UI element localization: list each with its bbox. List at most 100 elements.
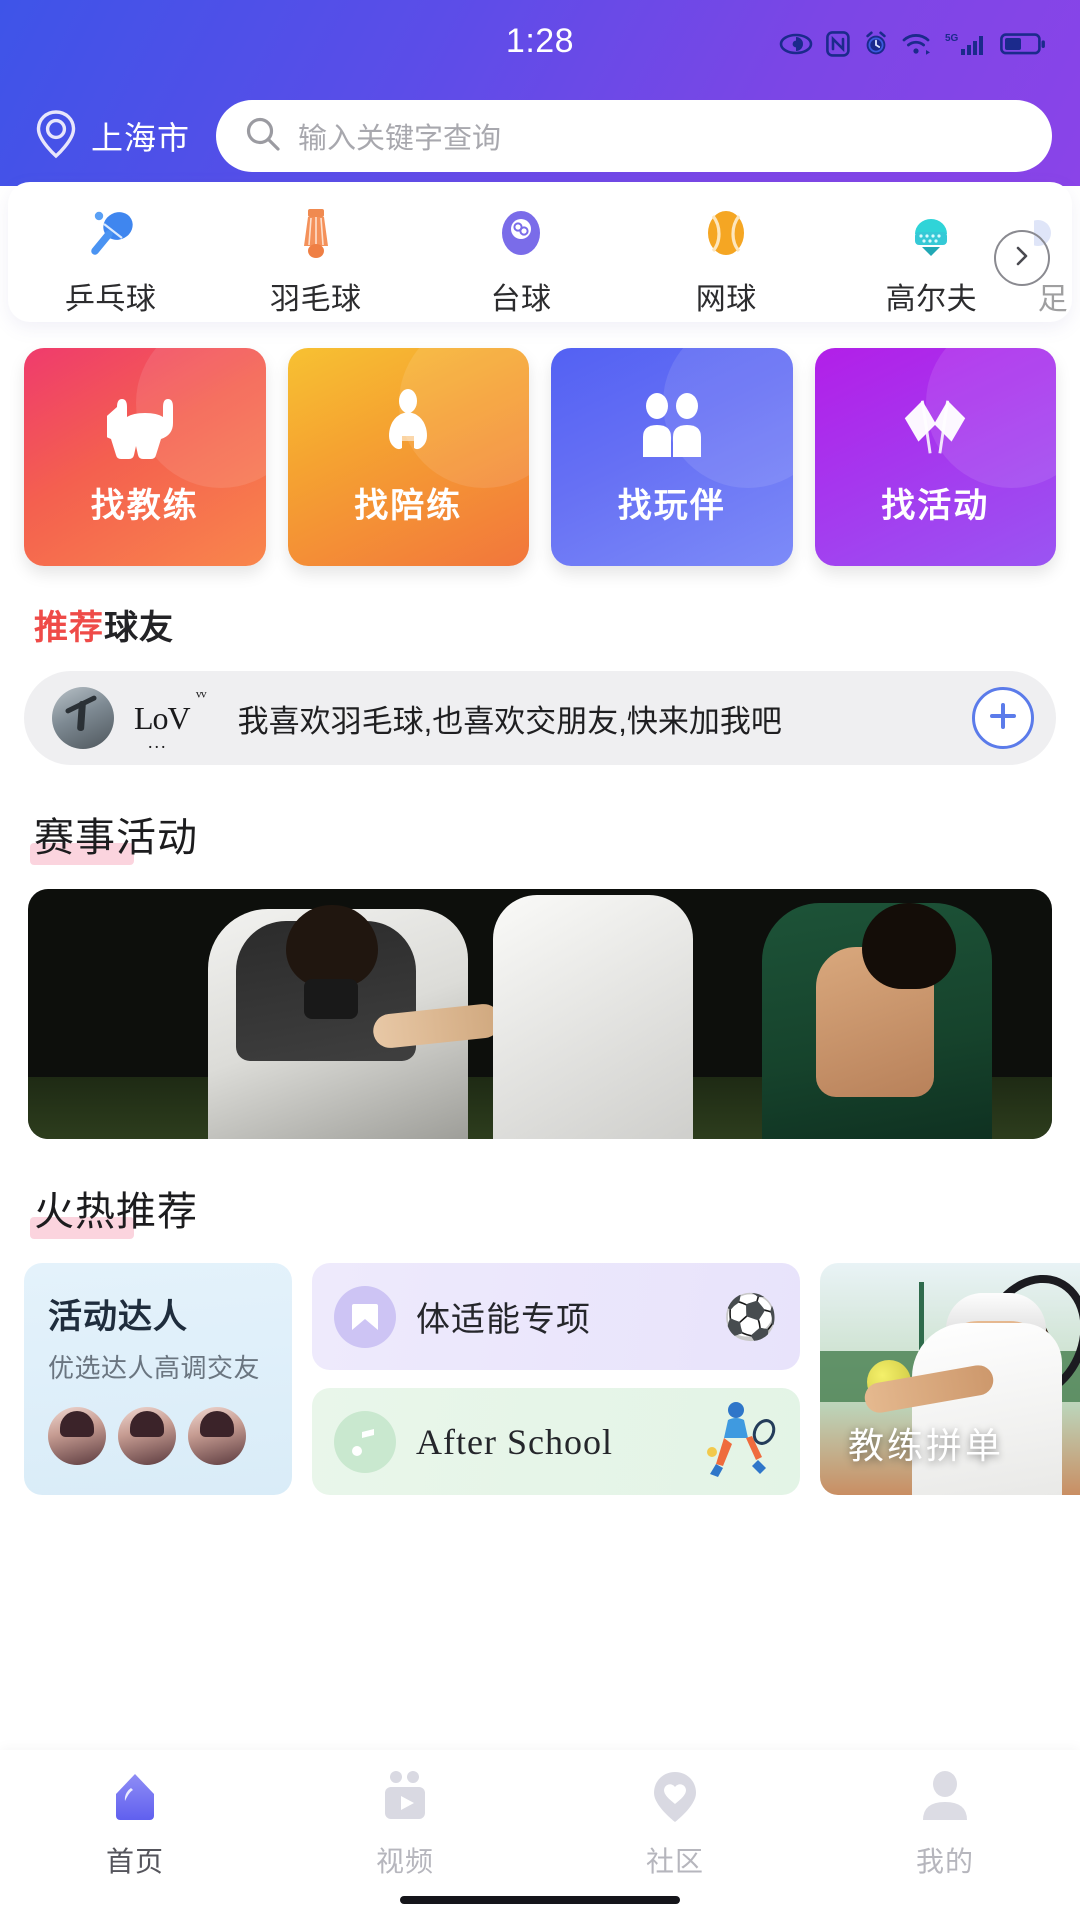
music-note-icon: [334, 1410, 396, 1473]
category-label: 高尔夫: [885, 283, 978, 316]
category-item-billiards[interactable]: 台球: [418, 204, 623, 318]
category-list: 乒乓球 羽毛球 台球 网球 高尔夫 足: [8, 204, 1072, 318]
profile-person-icon: [914, 1766, 976, 1828]
eye-care-icon: [779, 33, 813, 55]
events-title-text: 赛事活动: [34, 816, 198, 860]
hot-recommend-grid: 活动达人 优选达人高调交友 体适能专项 ⚽ After School 教练拼单: [0, 1237, 1080, 1495]
banner-wristwatch: [304, 979, 358, 1019]
hot-card-coach-group-order[interactable]: 教练拼单: [820, 1263, 1080, 1495]
action-tile-find-sparring[interactable]: 找陪练: [287, 348, 529, 566]
sparring-partner-icon: [370, 388, 446, 464]
hot-card-after-school[interactable]: After School: [312, 1388, 800, 1495]
status-bar-icons: 5G: [779, 31, 1046, 57]
action-tile-label: 找玩伴: [617, 486, 726, 525]
tennis-player-illustration: [702, 1398, 778, 1485]
app-header: 1:28 5G 上海市 输入关键字查询: [0, 0, 1080, 186]
hot-title-text: 火热推荐: [34, 1190, 198, 1234]
tab-label: 首页: [105, 1846, 164, 1877]
tab-label: 我的: [915, 1846, 974, 1877]
chevron-right-icon: [1011, 243, 1033, 274]
expert-avatar-group: [48, 1407, 268, 1465]
bottom-tab-bar: 首页 视频 社区 我的: [0, 1750, 1080, 1920]
hot-card-title: 活动达人: [48, 1298, 188, 1336]
friend-name-text: LoV: [134, 699, 191, 736]
action-tile-find-activity[interactable]: 找活动: [814, 348, 1056, 566]
action-tile-find-coach[interactable]: 找教练: [24, 348, 266, 566]
avatar: [52, 687, 114, 749]
banner-athlete-right-head: [862, 903, 956, 989]
wifi-icon: [902, 32, 932, 56]
muscle-flex-icon: [106, 388, 183, 464]
svg-text:5G: 5G: [945, 33, 959, 44]
event-banner[interactable]: [28, 889, 1052, 1139]
category-label: 乒乓球: [64, 283, 157, 316]
plus-circle-icon: [986, 699, 1020, 738]
location-selector[interactable]: 上海市: [34, 109, 190, 164]
category-label: 台球: [490, 283, 552, 316]
category-label: 足: [1037, 283, 1069, 316]
search-input[interactable]: 输入关键字查询: [216, 100, 1052, 172]
search-placeholder: 输入关键字查询: [298, 123, 502, 155]
avatar: [188, 1407, 246, 1465]
hot-card-fitness-program[interactable]: 体适能专项 ⚽: [312, 1263, 800, 1370]
category-more-button[interactable]: [994, 230, 1050, 286]
action-tile-label: 找活动: [881, 486, 990, 525]
category-strip: 乒乓球 羽毛球 台球 网球 高尔夫 足: [8, 182, 1072, 322]
category-item-badminton[interactable]: 羽毛球: [213, 204, 418, 318]
video-icon: [374, 1766, 436, 1828]
events-section-title: 赛事活动: [30, 805, 198, 865]
hot-card-activity-experts[interactable]: 活动达人 优选达人高调交友: [24, 1263, 292, 1495]
table-tennis-icon: [82, 204, 140, 262]
category-item-tennis[interactable]: 网球: [624, 204, 829, 318]
soccer-ball-icon: ⚽: [723, 1292, 778, 1342]
action-tiles: 找教练 找陪练 找玩伴 找活动: [0, 322, 1080, 566]
player-body: [912, 1323, 1062, 1495]
location-pin-icon: [34, 109, 78, 164]
title-highlight: 推荐: [34, 609, 104, 647]
bookmark-icon: [334, 1285, 396, 1348]
category-item-table-tennis[interactable]: 乒乓球: [8, 204, 213, 318]
hot-card-label: 体适能专项: [416, 1301, 591, 1339]
crossed-flags-icon: [897, 388, 973, 464]
badminton-shuttlecock-icon: [287, 204, 345, 262]
hot-card-label: After School: [416, 1421, 613, 1462]
tennis-ball-icon: [697, 204, 755, 262]
name-decoration-ears: ᵛᵛ: [195, 685, 207, 708]
two-people-icon: [634, 388, 710, 464]
avatar: [118, 1407, 176, 1465]
banner-athlete-left-head: [286, 905, 378, 987]
tab-home[interactable]: 首页: [0, 1766, 270, 1880]
search-row: 上海市 输入关键字查询: [0, 88, 1080, 184]
category-label: 羽毛球: [270, 283, 362, 316]
friend-description: 我喜欢羽毛球,也喜欢交朋友,快来加我吧: [237, 703, 782, 739]
hot-card-subtitle: 优选达人高调交友: [48, 1353, 261, 1383]
status-bar: 1:28 5G: [0, 0, 1080, 88]
friend-suggestion-card[interactable]: LoV ᵛᵛ ... 我喜欢羽毛球,也喜欢交朋友,快来加我吧: [24, 671, 1056, 765]
home-indicator: [400, 1896, 680, 1904]
hot-card-label: 教练拼单: [848, 1425, 1005, 1466]
location-name: 上海市: [91, 120, 191, 156]
hot-card-column: 体适能专项 ⚽ After School: [312, 1263, 800, 1495]
action-tile-label: 找陪练: [354, 486, 463, 525]
hot-section-title: 火热推荐: [30, 1179, 198, 1239]
tab-profile[interactable]: 我的: [810, 1766, 1080, 1880]
banner-athlete-mid: [493, 895, 693, 1139]
add-friend-button[interactable]: [972, 687, 1034, 749]
billiards-ball-icon: [492, 204, 550, 262]
golf-tee-icon: [902, 204, 960, 262]
friend-name: LoV ᵛᵛ ...: [134, 686, 207, 752]
alarm-clock-icon: [863, 31, 889, 57]
action-tile-find-playmate[interactable]: 找玩伴: [551, 348, 793, 566]
community-heart-icon: [644, 1766, 706, 1828]
cellular-signal-icon: 5G: [945, 31, 987, 57]
home-icon: [104, 1766, 166, 1828]
battery-icon: [1000, 32, 1046, 56]
name-decoration-dots: ...: [148, 731, 168, 752]
tab-community[interactable]: 社区: [540, 1766, 810, 1880]
search-icon: [244, 115, 282, 158]
tab-video[interactable]: 视频: [270, 1766, 540, 1880]
tab-label: 视频: [375, 1846, 434, 1877]
tab-label: 社区: [645, 1846, 704, 1877]
nfc-icon: [826, 31, 850, 57]
category-label: 网球: [695, 283, 757, 316]
